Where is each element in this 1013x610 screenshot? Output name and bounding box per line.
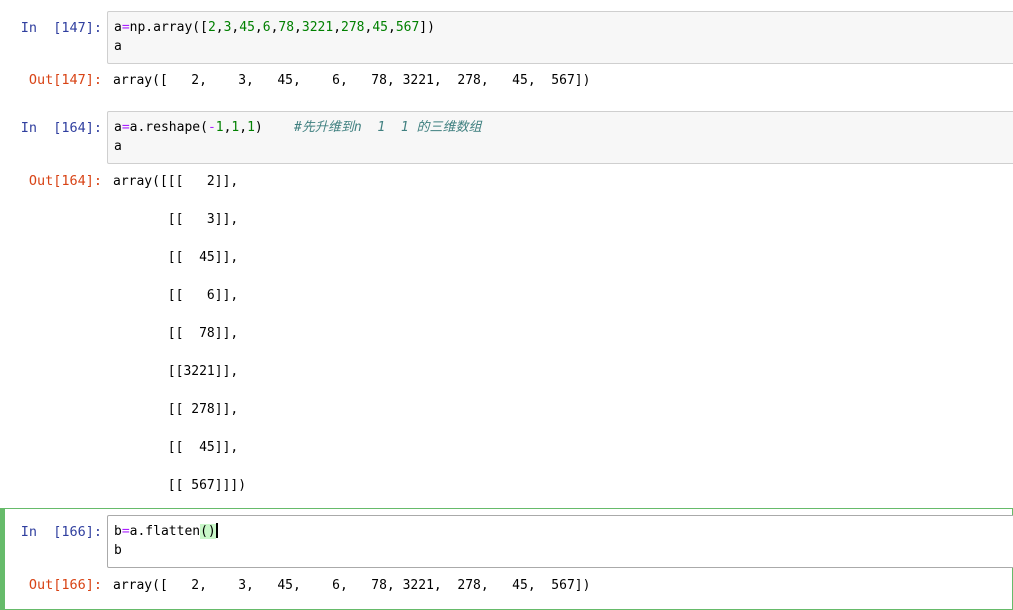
output-line: [[ 6]],: [113, 288, 239, 303]
code-line: a: [114, 139, 122, 154]
text-cursor: [215, 523, 218, 538]
out-prompt: Out[147]:: [28, 72, 102, 88]
matched-parens: (): [200, 524, 216, 539]
out-prompt: Out[166]:: [28, 577, 102, 593]
code-comment: #先升维到n 1 1 的三维数组: [294, 120, 482, 135]
code-line: a=np.array([2,3,45,6,78,3221,278,45,567]…: [114, 20, 435, 35]
output-line: array([ 2, 3, 45, 6, 78, 3221, 278, 45, …: [113, 578, 591, 593]
in-prompt: In [147]:: [20, 20, 102, 36]
output-line: [[ 78]],: [113, 326, 239, 341]
code-line: a=a.reshape(-1,1,1) #先升维到n 1 1 的三维数组: [114, 120, 482, 135]
output-line: [[ 278]],: [113, 402, 239, 417]
output-line: [[3221]],: [113, 364, 239, 379]
code-input[interactable]: a=a.reshape(-1,1,1) #先升维到n 1 1 的三维数组 a: [107, 111, 1013, 164]
code-line: a: [114, 39, 122, 54]
output-line: [[ 3]],: [113, 212, 239, 227]
out-prompt: Out[164]:: [28, 173, 102, 189]
output-line: [[ 45]],: [113, 440, 239, 455]
output-line: [[ 45]],: [113, 250, 239, 265]
output-line: array([ 2, 3, 45, 6, 78, 3221, 278, 45, …: [113, 73, 591, 88]
code-input[interactable]: a=np.array([2,3,45,6,78,3221,278,45,567]…: [107, 11, 1013, 64]
output-line: [[ 567]]]): [113, 478, 247, 493]
code-input[interactable]: b=a.flatten() b: [107, 515, 1013, 568]
code-line: b=a.flatten(): [114, 523, 218, 539]
in-prompt: In [166]:: [20, 524, 102, 540]
code-line: b: [114, 543, 122, 558]
output-line: array([[[ 2]],: [113, 174, 239, 189]
in-prompt: In [164]:: [20, 120, 102, 136]
